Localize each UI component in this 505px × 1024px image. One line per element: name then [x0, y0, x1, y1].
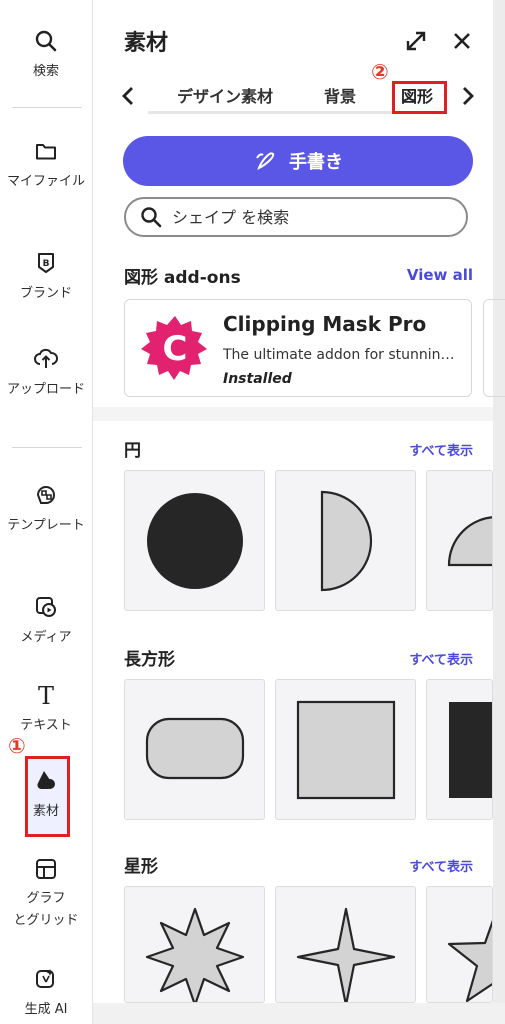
- sidebar-item-label: 素材: [32, 804, 59, 819]
- sidebar-item-label: 生成 AI: [24, 1002, 68, 1017]
- chevron-left-icon[interactable]: [119, 84, 137, 108]
- draw-button-label: 手書き: [289, 152, 343, 173]
- shape-tile-black-rect[interactable]: [426, 679, 493, 820]
- panel-bottom-edge: [93, 1003, 505, 1024]
- grid-icon: [36, 859, 56, 879]
- rail-divider: [12, 447, 82, 448]
- shape-tile-four-point-star[interactable]: [275, 886, 416, 1003]
- clipping-mask-logo-icon: C: [141, 316, 207, 380]
- shape-tile-rounded-rect[interactable]: [124, 679, 265, 820]
- sidebar-item-templates[interactable]: テンプレート: [0, 482, 92, 538]
- sidebar-item-graphs-grids[interactable]: グラフ とグリッド: [0, 856, 92, 932]
- rectangle-section-title: 長方形: [124, 650, 175, 670]
- star-see-all-link[interactable]: すべて表示: [409, 856, 473, 875]
- sidebar-item-upload[interactable]: アップロード: [0, 346, 92, 402]
- search-icon: [35, 30, 57, 52]
- search-icon: [141, 207, 162, 228]
- sidebar-item-media[interactable]: メディア: [0, 594, 92, 650]
- shape-tile-circle[interactable]: [124, 470, 265, 611]
- elements-panel: 素材 ② デザイン素材 背景 図形 手書き 図形 add-ons View al…: [93, 0, 505, 1003]
- media-icon: [36, 597, 56, 617]
- sidebar-item-label: アップロード: [6, 382, 85, 397]
- text-icon: T: [38, 682, 54, 708]
- rectangle-see-all-link[interactable]: すべて表示: [409, 649, 473, 668]
- draw-button[interactable]: 手書き: [123, 136, 473, 186]
- sidebar-item-label: ブランド: [19, 286, 72, 301]
- expand-icon[interactable]: [403, 28, 429, 54]
- folder-icon: [36, 144, 56, 160]
- sidebar-item-label: 検索: [32, 64, 59, 79]
- shape-tile-quarter-circle[interactable]: [426, 470, 493, 611]
- addon-name: Clipping Mask Pro: [223, 312, 427, 336]
- tab-design-elements[interactable]: デザイン素材: [177, 83, 273, 107]
- circle-section-title: 円: [124, 441, 141, 461]
- shape-tile-five-point-star[interactable]: [426, 886, 493, 1003]
- svg-text:C: C: [163, 329, 188, 369]
- shape-search-box[interactable]: [124, 197, 468, 237]
- step-marker-2: ②: [371, 60, 389, 84]
- addon-description: The ultimate addon for stunning visuals: [223, 347, 463, 363]
- tab-backgrounds[interactable]: 背景: [324, 83, 356, 107]
- sidebar-item-label: メディア: [20, 630, 72, 645]
- rail-divider: [12, 107, 82, 108]
- svg-text:B: B: [43, 259, 50, 269]
- addon-card-next[interactable]: [483, 299, 505, 397]
- addon-status: Installed: [223, 371, 292, 387]
- sidebar-item-text[interactable]: T テキスト: [0, 682, 92, 738]
- sidebar-item-brand[interactable]: B ブランド: [0, 250, 92, 306]
- addon-card-clipping-mask[interactable]: C Clipping Mask Pro The ultimate addon f…: [124, 299, 472, 397]
- circle-see-all-link[interactable]: すべて表示: [409, 440, 473, 459]
- chevron-right-icon[interactable]: [459, 84, 477, 108]
- section-divider: [93, 407, 493, 421]
- sidebar-item-my-files[interactable]: マイファイル: [0, 138, 92, 194]
- brush-icon: [256, 152, 275, 170]
- ai-icon: [36, 969, 54, 988]
- tab-shapes[interactable]: 図形: [401, 83, 433, 107]
- panel-title: 素材: [124, 31, 169, 56]
- upload-icon: [34, 348, 58, 368]
- svg-text:T: T: [38, 682, 54, 708]
- sidebar-item-elements[interactable]: 素材: [0, 766, 92, 824]
- sidebar-item-label: マイファイル: [6, 174, 85, 189]
- addons-section-title: 図形 add-ons: [124, 268, 241, 288]
- shape-tile-eight-point-star[interactable]: [124, 886, 265, 1003]
- elements-icon: [37, 771, 55, 789]
- close-icon[interactable]: [449, 28, 475, 54]
- sidebar-item-label: グラフ とグリッド: [13, 891, 79, 928]
- brand-icon: B: [38, 253, 54, 273]
- sidebar-item-gen-ai[interactable]: 生成 AI: [0, 966, 92, 1022]
- sidebar-item-search[interactable]: 検索: [0, 28, 92, 84]
- shape-tile-half-circle[interactable]: [275, 470, 416, 611]
- shape-tile-square[interactable]: [275, 679, 416, 820]
- star-section-title: 星形: [124, 857, 158, 877]
- left-rail: 検索 マイファイル B ブランド アップロード テンプレート メディア T テキ…: [0, 0, 93, 1024]
- shape-search-input[interactable]: [170, 206, 464, 228]
- view-all-link[interactable]: View all: [407, 266, 473, 284]
- template-icon: [36, 486, 55, 504]
- sidebar-item-label: テンプレート: [7, 518, 85, 533]
- step-marker-1: ①: [8, 734, 26, 758]
